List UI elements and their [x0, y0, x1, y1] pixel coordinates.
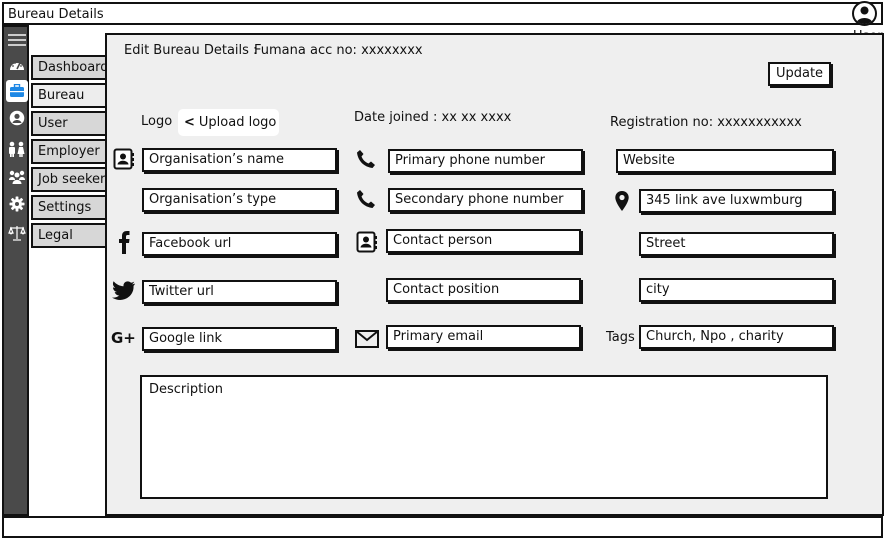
date-joined: Date joined : xx xx xxxx — [354, 110, 512, 125]
contact-position-input[interactable]: Contact position — [386, 278, 581, 302]
primary-email-input[interactable]: Primary email — [386, 325, 581, 349]
secondary-phone-input[interactable]: Secondary phone number — [388, 188, 583, 212]
window-title: Bureau Details — [8, 7, 104, 22]
facebook-url-input[interactable]: Facebook url — [142, 232, 337, 256]
description-textarea[interactable]: Description — [140, 375, 828, 499]
logo-label: Logo — [141, 114, 173, 129]
icon-sidebar — [2, 25, 29, 516]
contact-card-icon — [112, 147, 136, 171]
menu-icon[interactable] — [6, 29, 28, 51]
nav-tab-settings[interactable]: Settings — [31, 195, 106, 220]
twitter-url-input[interactable]: Twitter url — [142, 280, 337, 304]
title-bar: Bureau Details — [2, 2, 883, 25]
phone-icon — [355, 148, 377, 170]
dashboard-icon[interactable] — [6, 54, 28, 76]
google-link-input[interactable]: Google link — [142, 327, 337, 351]
street-input[interactable]: Street — [639, 232, 834, 256]
user-avatar-icon[interactable] — [852, 1, 877, 26]
gear-icon[interactable] — [6, 193, 28, 215]
organisation-type-input[interactable]: Organisation’s type — [142, 188, 337, 212]
google-plus-icon: G+ — [111, 329, 136, 347]
city-input[interactable]: city — [639, 278, 834, 302]
upload-logo-button[interactable]: < Upload logo — [178, 109, 279, 136]
website-input[interactable]: Website — [616, 149, 834, 173]
chevron-left-icon: < — [184, 115, 195, 130]
upload-logo-label: Upload logo — [198, 115, 277, 130]
briefcase-icon[interactable] — [6, 80, 28, 102]
facebook-icon — [114, 229, 134, 255]
registration-number: Registration no: xxxxxxxxxxx — [610, 115, 802, 130]
group-icon[interactable] — [6, 166, 28, 188]
nav-tab-employer[interactable]: Employer — [31, 139, 106, 164]
nav-tab-dashboard[interactable]: Dashboard — [31, 55, 109, 80]
status-bar — [2, 516, 883, 538]
user-circle-icon[interactable] — [6, 107, 28, 129]
contact-person-icon — [355, 230, 379, 254]
contact-person-input[interactable]: Contact person — [386, 229, 581, 253]
people-icon[interactable] — [6, 138, 28, 160]
nav-tab-job-seeker[interactable]: Job seeker — [31, 167, 106, 192]
update-button[interactable]: Update — [768, 62, 831, 86]
organisation-name-input[interactable]: Organisation’s name — [142, 148, 337, 172]
account-number: Fumana acc no: xxxxxxxx — [254, 43, 423, 58]
location-pin-icon — [612, 189, 632, 213]
address-input[interactable]: 345 link ave luxwmburg — [639, 189, 834, 213]
nav-tab-user[interactable]: User — [31, 111, 106, 136]
scales-icon[interactable] — [6, 222, 28, 244]
tags-label: Tags — [606, 330, 635, 345]
phone-secondary-icon — [355, 188, 377, 210]
nav-tab-legal[interactable]: Legal — [31, 223, 106, 248]
primary-phone-input[interactable]: Primary phone number — [388, 149, 583, 173]
twitter-icon — [111, 280, 137, 302]
email-icon — [354, 328, 380, 350]
edit-heading: Edit Bureau Details : — [124, 43, 258, 58]
nav-tab-bureau[interactable]: Bureau — [31, 83, 106, 108]
tags-input[interactable]: Church, Npo , charity — [639, 325, 834, 349]
